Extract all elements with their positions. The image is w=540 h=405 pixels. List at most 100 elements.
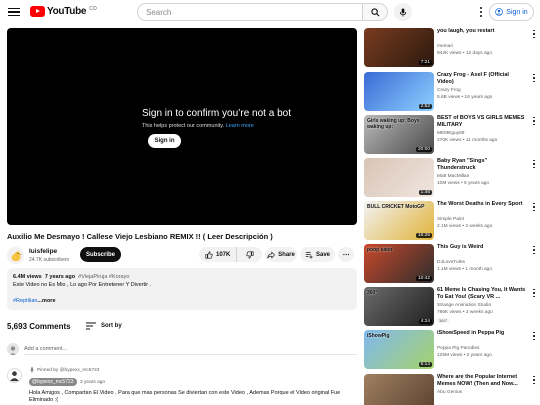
recommended-title[interactable]: BEST of BOYS VS GIRLS MEMES MILITARY: [437, 115, 527, 129]
like-button[interactable]: 107K: [199, 247, 238, 262]
search-input[interactable]: [137, 3, 362, 21]
recommended-meta: 270K views • 11 months ago: [437, 138, 498, 143]
recommended-channel[interactable]: Matt MacMillan: [437, 174, 469, 179]
recommended-video[interactable]: Where are the Popular Internet Memes NOW…: [364, 374, 540, 405]
more-vertical-icon[interactable]: [532, 245, 536, 255]
video-thumbnail[interactable]: Girls waking up: Boys waking up: 20:00: [364, 115, 434, 154]
description-box[interactable]: 6.4M views 7 years ago #ViejaPiruja #Kor…: [7, 268, 357, 310]
recommended-title[interactable]: 61 Meme Is Chasing You, It Wants To Eat …: [437, 287, 527, 301]
learn-more-link[interactable]: Learn more: [226, 123, 254, 129]
recommended-title[interactable]: you laugh, you restart: [437, 28, 527, 35]
recommended-video[interactable]: 1:46 Baby Ryan "Sings" Thunderstruck Matt …: [364, 158, 540, 198]
save-label: Save: [315, 251, 330, 258]
recommended-channel[interactable]: memari: [437, 44, 453, 49]
upload-age: 7 years ago: [44, 274, 76, 280]
sort-icon: [86, 322, 96, 330]
description-tags[interactable]: #ViejaPiruja #Korayo: [78, 274, 129, 280]
recommended-channel[interactable]: Crazy Frog: [437, 88, 461, 93]
subscribe-button[interactable]: Subscribe: [80, 247, 121, 262]
voice-search-button[interactable]: [394, 3, 412, 21]
comment-author-badge[interactable]: @bypexx_mc5723: [29, 378, 77, 386]
recommended-title[interactable]: The Worst Deaths in Every Sport: [437, 201, 527, 208]
video-thumbnail[interactable]: 360° 4:24: [364, 287, 434, 326]
recommended-meta: 786K views • 2 weeks ago: [437, 310, 493, 315]
video-duration: 1:46: [418, 190, 432, 195]
recommended-channel[interactable]: Peppa Pig Parodies: [437, 346, 479, 351]
save-button[interactable]: Save: [300, 247, 335, 262]
commenter-avatar[interactable]: [7, 368, 22, 383]
recommended-title[interactable]: This Guy is Weird: [437, 244, 527, 251]
recommended-video[interactable]: Girls waking up: Boys waking up: 20:00 BES…: [364, 115, 540, 155]
share-icon: [267, 250, 276, 259]
video-thumbnail[interactable]: 7:21: [364, 28, 434, 67]
sort-label: Sort by: [101, 323, 122, 329]
more-vertical-icon[interactable]: [532, 159, 536, 169]
add-comment-input[interactable]: [24, 343, 357, 355]
recommended-video[interactable]: iShowPig 6:14 iShowSpeed in Peppa Pig Peppa…: [364, 330, 540, 370]
recommended-video[interactable]: 360° 4:24 61 Meme Is Chasing You, It Wants…: [364, 287, 540, 327]
recommended-meta: 10M views • 5 years ago: [437, 181, 490, 186]
recommended-channel[interactable]: MEMEguy69: [437, 131, 464, 136]
recommended-meta: 125M views • 2 years ago: [437, 353, 492, 358]
search-button[interactable]: [362, 3, 388, 21]
recommended-channel[interactable]: DJLoveTurks: [437, 260, 465, 265]
recommended-meta: 5.6B views • 16 years ago: [437, 95, 493, 100]
youtube-logo[interactable]: YouTube CO: [30, 6, 97, 17]
thumbnail-caption: 360°: [367, 290, 378, 296]
recommended-title[interactable]: iShowSpeed in Peppa Pig: [437, 330, 527, 337]
sign-in-label: Sign in: [506, 8, 528, 16]
recommended-video[interactable]: 2:52 Crazy Frog - Axel F (Official Video)…: [364, 72, 540, 112]
more-vertical-icon[interactable]: [532, 116, 536, 126]
video-duration: 20:00: [415, 147, 432, 152]
player-sign-in-button[interactable]: Sign in: [148, 134, 181, 148]
country-code: CO: [89, 6, 97, 12]
bot-check-title: Sign in to confirm you’re not a bot: [142, 108, 291, 119]
video-thumbnail[interactable]: 2:52: [364, 72, 434, 111]
video-title: Auxilio Me Desmayo ! Callese Viejo Lesbi…: [7, 232, 273, 241]
video-player[interactable]: Sign in to confirm you’re not a bot This…: [7, 28, 357, 225]
more-vertical-icon[interactable]: [532, 202, 536, 212]
recommended-channel[interactable]: Strange Animation Studio: [437, 303, 491, 308]
recommended-title[interactable]: Baby Ryan "Sings" Thunderstruck: [437, 158, 527, 172]
video-thumbnail[interactable]: poop eater 10:42: [364, 244, 434, 283]
hashtag-link[interactable]: #Reptilian: [13, 298, 37, 304]
sign-in-button[interactable]: Sign in: [489, 3, 534, 21]
thumbs-up-icon: [205, 250, 213, 259]
more-vertical-icon[interactable]: [532, 375, 536, 385]
channel-name[interactable]: luisfelipe: [29, 248, 57, 255]
more-vertical-icon[interactable]: [532, 331, 536, 341]
menu-icon[interactable]: [8, 6, 20, 18]
video-thumbnail[interactable]: BULL CRICKET MotoGP 16:26: [364, 201, 434, 240]
dislike-button[interactable]: [237, 247, 262, 262]
share-label: Share: [278, 251, 295, 258]
sort-comments-button[interactable]: Sort by: [86, 322, 122, 330]
video-thumbnail[interactable]: [364, 374, 434, 405]
video-duration: 16:26: [415, 233, 432, 238]
more-vertical-icon[interactable]: [532, 73, 536, 83]
show-more-link[interactable]: ...more: [37, 298, 55, 304]
top-bar: YouTube CO Sign in: [0, 0, 540, 24]
share-button[interactable]: Share: [265, 247, 297, 262]
recommended-title[interactable]: Crazy Frog - Axel F (Official Video): [437, 72, 527, 86]
bot-check-text: This helps protect our community.: [142, 123, 225, 129]
subscriber-count: 24.7K subscribers: [29, 257, 70, 263]
recommended-title[interactable]: Where are the Popular Internet Memes NOW…: [437, 374, 527, 388]
comment-text: Hola Amigos , Compartan El Video , Para …: [29, 390, 341, 403]
settings-more-icon[interactable]: [478, 6, 484, 18]
more-vertical-icon[interactable]: [532, 288, 536, 298]
thumbs-down-icon: [246, 250, 254, 259]
more-actions-button[interactable]: ⋯: [338, 247, 354, 262]
video-thumbnail[interactable]: 1:46: [364, 158, 434, 197]
comment-time[interactable]: 3 years ago: [80, 380, 105, 385]
pinned-indicator: Pinned by @bypexx_mc5723: [29, 367, 99, 373]
more-vertical-icon[interactable]: [532, 29, 536, 39]
recommended-video[interactable]: BULL CRICKET MotoGP 16:26 The Worst Deaths…: [364, 201, 540, 241]
recommended-video[interactable]: 7:21 you laugh, you restart memari 942K vie…: [364, 28, 540, 68]
recommended-video[interactable]: poop eater 10:42 This Guy is Weird DJLoveTu…: [364, 244, 540, 284]
recommended-channel[interactable]: Abu Genius: [437, 390, 462, 395]
user-avatar: [7, 343, 19, 355]
description-line: Este Video no Es Mio , Lo ago Por Entret…: [13, 282, 152, 288]
video-thumbnail[interactable]: iShowPig 6:14: [364, 330, 434, 369]
channel-avatar[interactable]: [7, 247, 24, 264]
recommended-channel[interactable]: Simple Paint: [437, 217, 464, 222]
